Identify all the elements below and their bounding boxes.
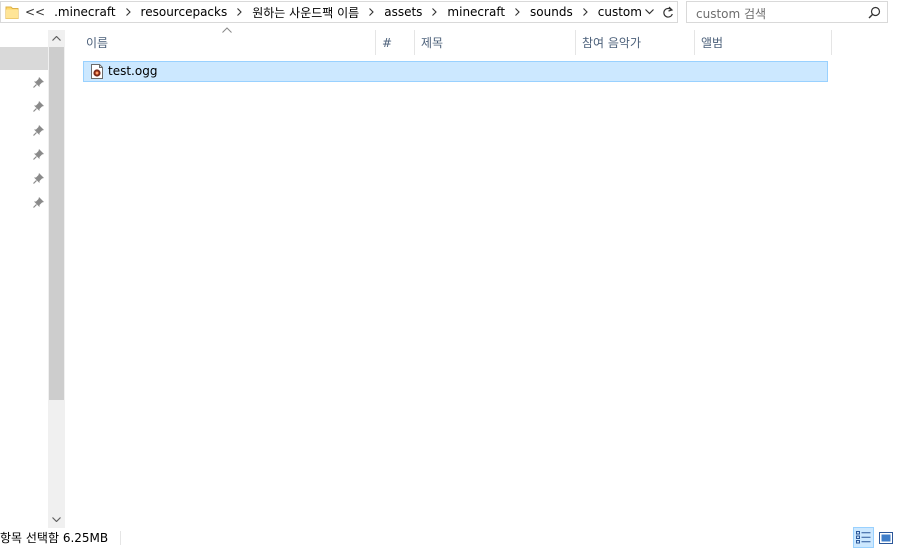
breadcrumb-item-assets[interactable]: assets <box>381 5 425 19</box>
details-view-icon[interactable] <box>853 527 874 548</box>
chevron-right-icon[interactable] <box>119 8 138 16</box>
pin-icon[interactable] <box>33 76 45 88</box>
chevron-right-icon[interactable] <box>425 8 444 16</box>
scrollbar-thumb[interactable] <box>49 47 64 400</box>
column-header-name-label: 이름 <box>86 36 109 50</box>
breadcrumb-item-resourcepacks[interactable]: resourcepacks <box>138 5 231 19</box>
column-header-track[interactable]: # <box>376 30 415 55</box>
chevron-right-icon[interactable] <box>362 8 381 16</box>
large-icons-view-icon[interactable] <box>876 527 896 548</box>
navigation-pane <box>0 30 66 528</box>
column-header-title[interactable]: 제목 <box>415 30 576 55</box>
chevron-right-icon[interactable] <box>508 8 527 16</box>
folder-icon <box>5 6 19 19</box>
column-header-artist-label: 참여 음악가 <box>582 36 642 50</box>
column-header-track-label: # <box>382 35 393 50</box>
search-placeholder: custom 검색 <box>696 7 767 21</box>
pin-icon[interactable] <box>33 172 45 184</box>
file-name: test.ogg <box>108 64 158 78</box>
pin-icon[interactable] <box>33 196 45 208</box>
nav-item-selected[interactable] <box>0 47 48 70</box>
status-divider <box>120 531 121 545</box>
audio-file-icon <box>91 64 103 79</box>
chevron-right-icon[interactable] <box>230 8 249 16</box>
chevron-right-icon[interactable] <box>576 8 595 16</box>
file-row[interactable]: test.ogg <box>83 61 828 82</box>
pin-icon[interactable] <box>33 148 45 160</box>
scroll-down-icon[interactable] <box>48 511 65 528</box>
column-header-name[interactable]: 이름 <box>80 30 376 55</box>
breadcrumb: << .minecraft resourcepacks 원하는 사운드팩 이름 … <box>23 2 645 22</box>
nav-scrollbar[interactable] <box>48 30 65 528</box>
breadcrumb-overflow-button[interactable]: << <box>23 5 51 19</box>
column-header-album[interactable]: 앨범 <box>695 30 832 55</box>
chevron-down-icon[interactable] <box>640 2 658 22</box>
status-selection-text: 항목 선택함 6.25MB <box>0 531 109 545</box>
breadcrumb-item-minecraft[interactable]: minecraft <box>444 5 508 19</box>
column-header-title-label: 제목 <box>421 36 444 50</box>
column-header-artist[interactable]: 참여 음악가 <box>576 30 695 55</box>
breadcrumb-item-sounds[interactable]: sounds <box>527 5 576 19</box>
column-header-album-label: 앨범 <box>701 36 724 50</box>
pin-icon[interactable] <box>33 100 45 112</box>
pin-icon[interactable] <box>33 124 45 136</box>
breadcrumb-item-minecraft-root[interactable]: .minecraft <box>51 5 118 19</box>
breadcrumb-item-soundpack[interactable]: 원하는 사운드팩 이름 <box>249 4 362 21</box>
search-icon[interactable] <box>868 6 881 19</box>
search-input[interactable]: custom 검색 <box>686 1 888 23</box>
address-bar[interactable]: << .minecraft resourcepacks 원하는 사운드팩 이름 … <box>0 1 678 23</box>
breadcrumb-item-custom[interactable]: custom <box>595 5 645 19</box>
scroll-up-icon[interactable] <box>48 30 65 47</box>
refresh-icon[interactable] <box>658 2 677 22</box>
